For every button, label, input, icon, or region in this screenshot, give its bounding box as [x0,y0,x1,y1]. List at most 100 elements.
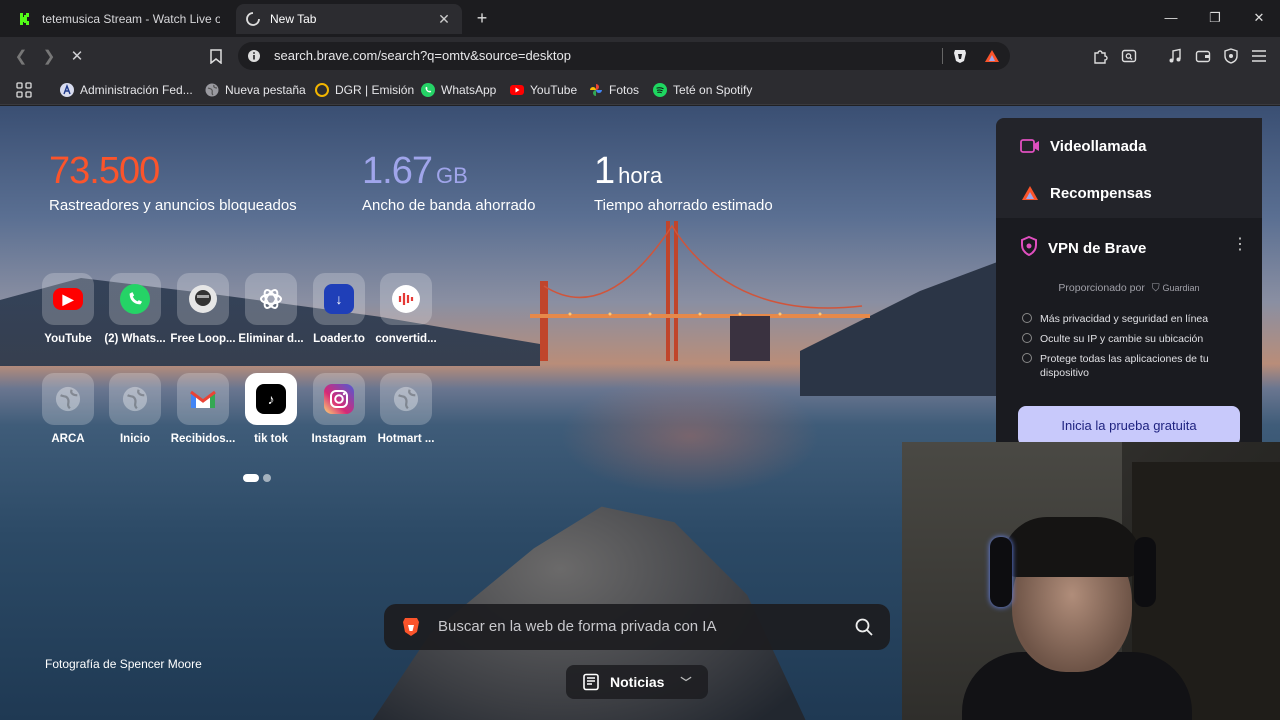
media-controls-button[interactable] [1164,45,1186,67]
menu-button[interactable] [1248,45,1270,67]
music-note-icon [1169,48,1181,63]
top-site-label: Instagram [311,433,367,445]
tab-search-button[interactable] [1118,45,1140,67]
globe-icon [205,83,219,97]
stat-label: Rastreadores y anuncios bloqueados [49,197,297,214]
extensions-button[interactable] [1090,45,1112,67]
headphone-icon [1134,537,1156,607]
vpn-feature: Oculte su IP y cambie su ubicación [1022,332,1230,346]
bookmarks-bar: Administración Fed... Nueva pestaña DGR … [0,75,1280,105]
stat-value: 1.67 [362,150,433,192]
more-options-icon[interactable]: ⋮ [1232,234,1248,254]
gmail-icon [190,390,216,408]
search-box[interactable]: Buscar en la web de forma privada con IA [384,604,890,650]
chevron-down-icon: ﹀ [680,677,692,689]
tab-title: tetemusica Stream - Watch Live on K [42,12,220,26]
webcam-person-hair [1002,517,1142,577]
stat-trackers: 73.500 Rastreadores y anuncios bloqueado… [49,150,297,214]
bookmark-fotos[interactable]: Fotos [589,81,639,99]
back-button[interactable]: ❮ [10,45,32,67]
bookmark-page-button[interactable] [205,45,227,67]
bookmark-whatsapp[interactable]: WhatsApp [421,81,496,99]
forward-button[interactable]: ❯ [38,45,60,67]
url-text[interactable]: search.brave.com/search?q=omtv&source=de… [274,48,571,63]
search-placeholder[interactable]: Buscar en la web de forma privada con IA [438,618,716,635]
hamburger-icon [1252,50,1266,62]
vpn-header: VPN de Brave [1020,235,1146,260]
top-site-inicio[interactable]: Inicio [104,373,166,445]
videocall-label: Videollamada [1050,137,1147,155]
bookmark-spotify[interactable]: Teté on Spotify [653,81,752,99]
restore-button[interactable]: ❐ [1200,6,1230,30]
loading-spinner-icon [246,12,260,26]
top-site-tiktok[interactable]: ♪ tik tok [240,373,302,445]
rewards-triangle-icon [1020,183,1040,203]
vpn-button[interactable] [1220,45,1242,67]
bookmark-nueva-pestana[interactable]: Nueva pestaña [205,81,306,99]
photo-credit[interactable]: Fotografía de Spencer Moore [45,657,202,671]
vpn-provider: Proporcionado por ⛉ Guardian [996,282,1262,295]
bookmark-label: DGR | Emisión [335,83,415,97]
bookmark-dgr[interactable]: DGR | Emisión [315,81,414,99]
brave-shields-icon[interactable] [952,48,968,64]
tab-new-tab[interactable]: New Tab ✕ [236,4,462,34]
new-tab-button[interactable]: + [472,8,492,28]
brave-rewards-icon[interactable] [984,48,1000,64]
tab-strip: tetemusica Stream - Watch Live on K New … [0,0,1280,37]
bookmark-afip[interactable]: Administración Fed... [60,81,193,99]
news-button[interactable]: Noticias ﹀ [566,665,708,699]
webcam-overlay [902,442,1280,720]
top-site-whatsapp[interactable]: (2) Whats... [104,273,166,345]
headphone-icon [990,537,1012,607]
puzzle-icon [1094,50,1108,64]
top-site-label: tik tok [254,433,288,445]
wallet-button[interactable] [1192,45,1214,67]
top-site-instagram[interactable]: Instagram [308,373,370,445]
videocall-widget[interactable]: Videollamada [996,124,1262,168]
photos-icon [590,84,602,96]
top-site-label: Inicio [119,433,151,445]
top-site-label: convertid... [375,333,437,345]
top-site-loader[interactable]: ↓ Loader.to [308,273,370,345]
vpn-feature: Protege todas las aplicaciones de tu dis… [1022,352,1230,380]
globe-icon [122,386,148,412]
check-icon [1022,333,1032,343]
top-site-openai[interactable]: Eliminar d... [238,273,304,345]
apps-button[interactable] [16,81,32,99]
globe-icon [55,386,81,412]
close-window-button[interactable]: ✕ [1244,6,1274,30]
stat-label: Ancho de banda ahorrado [362,197,536,214]
top-site-arca[interactable]: ARCA [37,373,99,445]
check-icon [1022,313,1032,323]
check-icon [1022,353,1032,363]
pager-dot[interactable] [263,474,271,482]
top-site-label: Hotmart ... [377,433,435,445]
top-site-gmail[interactable]: Recibidos... [171,373,235,445]
start-trial-button[interactable]: Inicia la prueba gratuita [1018,406,1240,446]
close-tab-icon[interactable]: ✕ [436,11,452,28]
globe-icon [393,386,419,412]
pager-dot-active[interactable] [243,474,259,482]
top-site-converter[interactable]: convertid... [375,273,437,345]
toolbar: ❮ ❯ ✕ search.brave.com/search?q=omtv&sou… [0,37,1280,75]
top-site-free-loop[interactable]: Free Loop... [170,273,236,345]
search-icon[interactable] [854,617,874,637]
address-bar[interactable]: search.brave.com/search?q=omtv&source=de… [238,42,1010,70]
stat-unit: hora [618,163,663,188]
tab-kick-stream[interactable]: tetemusica Stream - Watch Live on K [8,4,230,34]
guardian-icon: ⛉ [1151,282,1160,294]
tab-title: New Tab [270,12,317,26]
background-bridge [530,221,870,361]
stat-bandwidth: 1.67 GB Ancho de banda ahorrado [362,150,535,214]
top-site-hotmart[interactable]: Hotmart ... [375,373,437,445]
minimize-button[interactable]: — [1156,6,1186,30]
top-site-label: Free Loop... [170,333,236,345]
dgr-icon [315,83,329,97]
top-site-youtube[interactable]: ▶ YouTube [37,273,99,345]
vpn-feature: Más privacidad y seguridad en línea [1022,312,1230,326]
news-label: Noticias [610,674,665,690]
bookmark-youtube[interactable]: YouTube [510,81,577,99]
site-info-icon[interactable] [246,48,262,64]
stop-loading-button[interactable]: ✕ [66,45,88,67]
rewards-widget[interactable]: Recompensas [996,171,1262,215]
